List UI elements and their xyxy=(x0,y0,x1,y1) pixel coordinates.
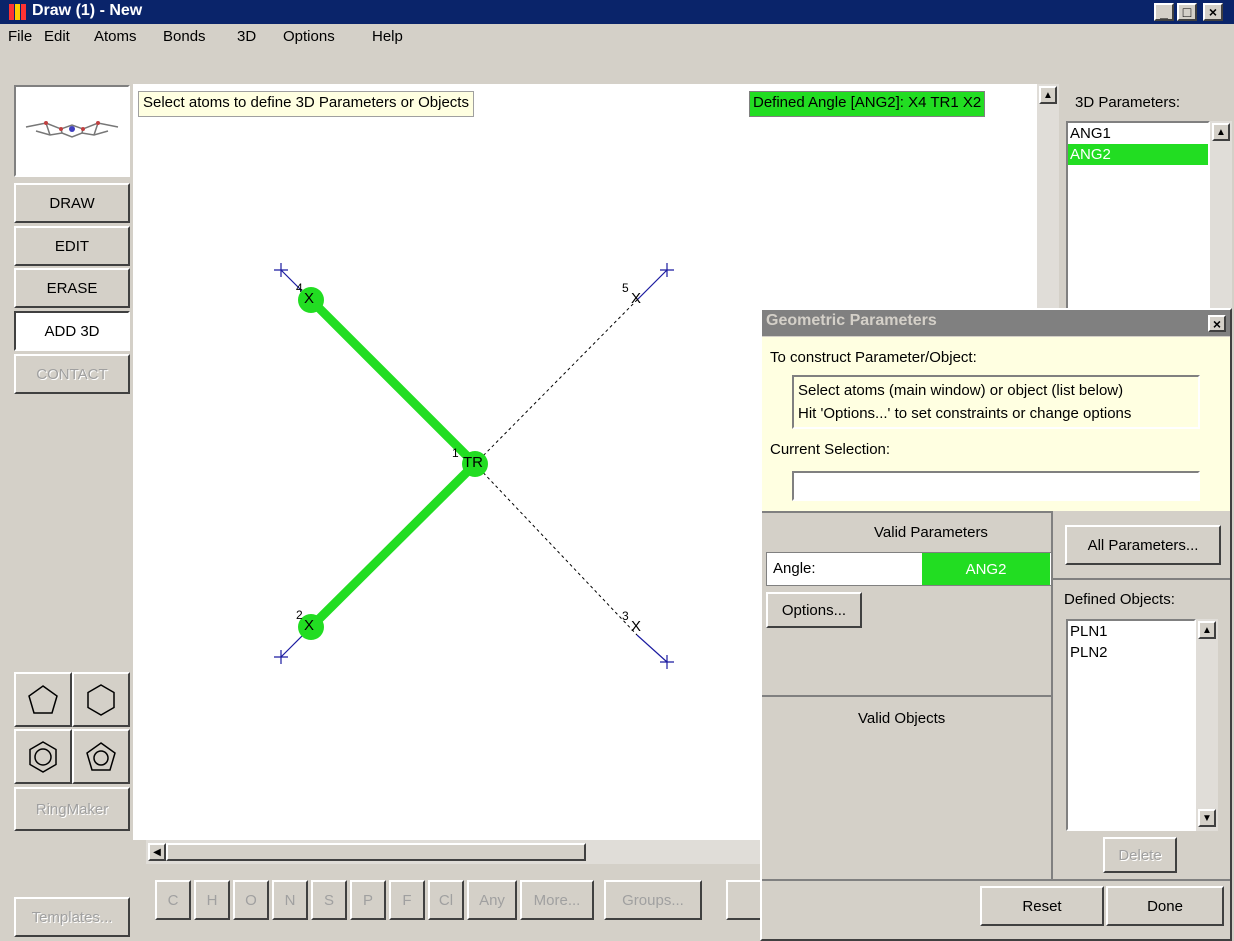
defined-objects-list[interactable]: PLN1 PLN2 xyxy=(1066,619,1196,831)
contact-mode-button[interactable]: CONTACT xyxy=(14,354,130,394)
molecule-thumbnail[interactable] xyxy=(14,85,130,177)
benzene-button[interactable] xyxy=(14,729,72,784)
dialog-close-button[interactable]: × xyxy=(1208,315,1226,332)
menu-options[interactable]: Options xyxy=(283,28,335,45)
minimize-button[interactable]: _ xyxy=(1154,3,1174,21)
atom-x4-number: 4 xyxy=(296,281,303,295)
angle-value[interactable]: ANG2 xyxy=(922,553,1050,585)
element-h-button[interactable]: H xyxy=(194,880,230,920)
pentagon-icon xyxy=(28,684,58,714)
instructions-box: Select atoms (main window) or object (li… xyxy=(792,375,1200,429)
angle-row[interactable]: Angle: ANG2 xyxy=(766,552,1052,586)
draw-mode-button[interactable]: DRAW xyxy=(14,183,130,223)
object-item-pln1[interactable]: PLN1 xyxy=(1068,621,1194,642)
maximize-button[interactable]: □ xyxy=(1177,3,1197,21)
atom-x2-number: 2 xyxy=(296,608,303,622)
aromatic-pentagon-icon xyxy=(86,741,116,771)
element-p-button[interactable]: P xyxy=(350,880,386,920)
instruction-line-2: Hit 'Options...' to set constraints or c… xyxy=(798,405,1132,422)
atom-x5-label[interactable]: X xyxy=(631,290,641,307)
options-button[interactable]: Options... xyxy=(766,592,862,628)
menu-help[interactable]: Help xyxy=(372,28,403,45)
scroll-up-arrow-icon[interactable]: ▲ xyxy=(1039,86,1057,104)
close-button[interactable]: × xyxy=(1203,3,1223,21)
menu-3d[interactable]: 3D xyxy=(237,28,256,45)
instruction-line-1: Select atoms (main window) or object (li… xyxy=(798,382,1124,399)
objects-scrollbar[interactable]: ▲ ▼ xyxy=(1196,619,1218,831)
scroll-thumb[interactable] xyxy=(166,843,586,861)
atom-x3-number: 3 xyxy=(622,609,629,623)
dialog-title: Geometric Parameters xyxy=(762,310,1230,336)
valid-objects-header: Valid Objects xyxy=(858,710,946,727)
atom-x3-label[interactable]: X xyxy=(631,618,641,635)
app-icon xyxy=(8,3,28,21)
current-selection-label: Current Selection: xyxy=(770,441,891,458)
reset-button[interactable]: Reset xyxy=(980,886,1104,926)
atom-tr1-label[interactable]: TR xyxy=(463,454,483,471)
erase-mode-button[interactable]: ERASE xyxy=(14,268,130,308)
groups-button[interactable]: Groups... xyxy=(604,880,702,920)
templates-button[interactable]: Templates... xyxy=(14,897,130,937)
all-parameters-button[interactable]: All Parameters... xyxy=(1065,525,1221,565)
molecule-preview-icon xyxy=(25,121,119,138)
element-f-button[interactable]: F xyxy=(389,880,425,920)
title-bar: Draw (1) - New _ □ × xyxy=(0,0,1234,24)
canvas-horizontal-scrollbar[interactable]: ◀ xyxy=(146,840,766,864)
params-scrollbar[interactable]: ▲ xyxy=(1210,121,1232,321)
element-s-button[interactable]: S xyxy=(311,880,347,920)
add-3d-mode-button[interactable]: ADD 3D xyxy=(14,311,130,351)
menu-edit[interactable]: Edit xyxy=(44,28,70,45)
atom-x2-label[interactable]: X xyxy=(304,617,314,634)
object-item-pln2[interactable]: PLN2 xyxy=(1068,642,1194,663)
atom-x5-number: 5 xyxy=(622,281,629,295)
element-more-button[interactable]: More... xyxy=(520,880,594,920)
instructions-panel: To construct Parameter/Object: Select at… xyxy=(762,337,1230,511)
3d-parameters-list[interactable]: ANG1 ANG2 xyxy=(1066,121,1210,321)
cyclopentadienyl-button[interactable] xyxy=(72,729,130,784)
delete-button[interactable]: Delete xyxy=(1103,837,1177,873)
atom-x4-label[interactable]: X xyxy=(304,290,314,307)
element-cl-button[interactable]: Cl xyxy=(428,880,464,920)
defined-angle-banner: Defined Angle [ANG2]: X4 TR1 X2 xyxy=(749,91,986,117)
element-any-button[interactable]: Any xyxy=(467,880,517,920)
objects-scroll-down-icon[interactable]: ▼ xyxy=(1198,809,1216,827)
element-o-button[interactable]: O xyxy=(233,880,269,920)
angle-label: Angle: xyxy=(773,560,816,577)
window-title: Draw (1) - New xyxy=(32,2,143,19)
aromatic-hexagon-icon xyxy=(29,740,57,773)
objects-scroll-up-icon[interactable]: ▲ xyxy=(1198,621,1216,639)
menu-file[interactable]: File xyxy=(8,28,32,45)
canvas-vertical-scrollbar[interactable]: ▲ xyxy=(1037,84,1059,324)
cyclohexane-button[interactable] xyxy=(72,672,130,727)
param-item-ang1[interactable]: ANG1 xyxy=(1068,123,1208,144)
valid-parameters-header: Valid Parameters xyxy=(874,524,988,541)
params-scroll-up-icon[interactable]: ▲ xyxy=(1212,123,1230,141)
menu-atoms[interactable]: Atoms xyxy=(94,28,137,45)
cyclopentane-button[interactable] xyxy=(14,672,72,727)
menu-bar: File Edit Atoms Bonds 3D Options Help xyxy=(0,25,1234,49)
atom-tr1-number: 1 xyxy=(452,446,459,460)
edit-mode-button[interactable]: EDIT xyxy=(14,226,130,266)
scroll-left-arrow-icon[interactable]: ◀ xyxy=(148,843,166,861)
element-n-button[interactable]: N xyxy=(272,880,308,920)
defined-objects-label: Defined Objects: xyxy=(1064,591,1175,608)
menu-bonds[interactable]: Bonds xyxy=(163,28,206,45)
current-selection-field[interactable] xyxy=(792,471,1200,501)
element-c-button[interactable]: C xyxy=(155,880,191,920)
3d-parameters-title: 3D Parameters: xyxy=(1075,94,1181,111)
construct-label: To construct Parameter/Object: xyxy=(770,349,977,366)
done-button[interactable]: Done xyxy=(1106,886,1224,926)
hint-tooltip: Select atoms to define 3D Parameters or … xyxy=(138,91,474,117)
ringmaker-button[interactable]: RingMaker xyxy=(14,787,130,831)
geometric-parameters-dialog: Geometric Parameters × To construct Para… xyxy=(760,308,1232,941)
hexagon-icon xyxy=(87,683,115,716)
param-item-ang2[interactable]: ANG2 xyxy=(1068,144,1208,165)
